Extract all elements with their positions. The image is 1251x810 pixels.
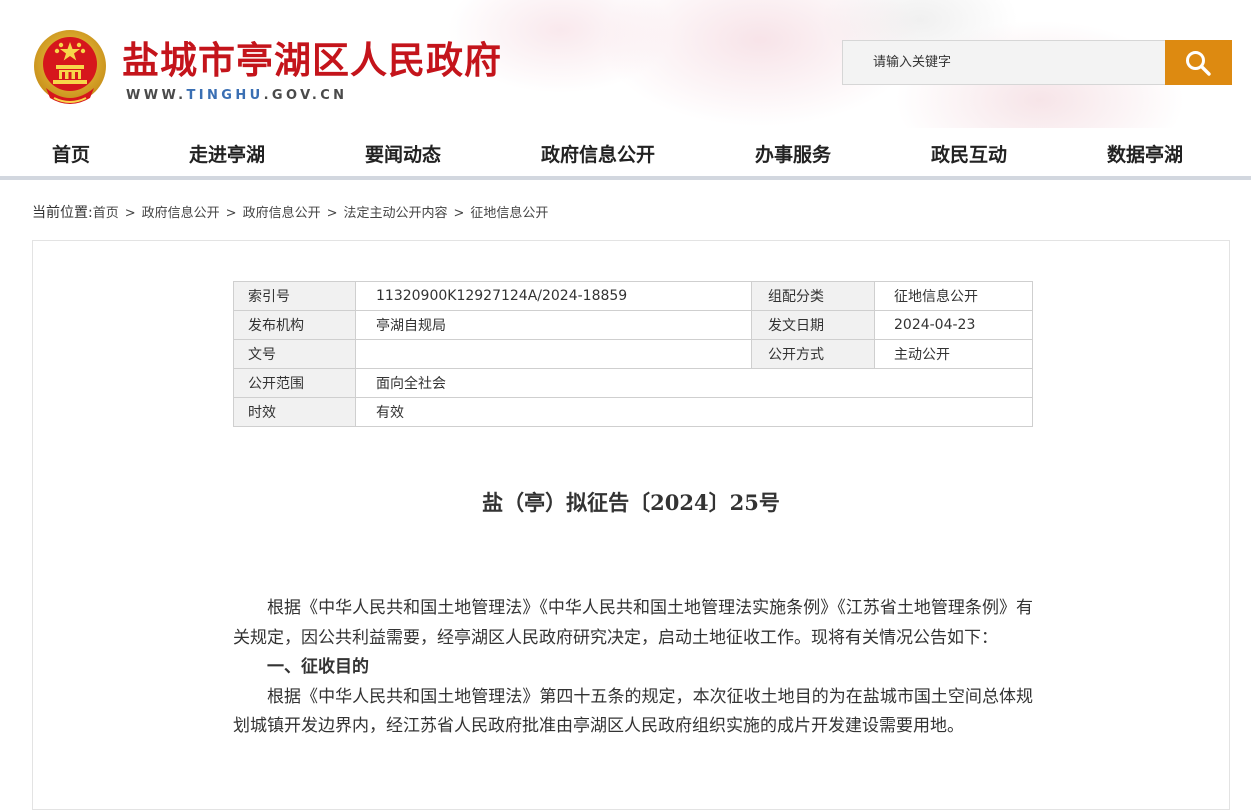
breadcrumb-item-land-info[interactable]: 征地信息公开 bbox=[470, 206, 548, 221]
meta-value: 亭湖自规局 bbox=[355, 310, 752, 340]
body-paragraph: 根据《中华人民共和国土地管理法》第四十五条的规定，本次征收土地目的为在盐城市国土… bbox=[233, 686, 1033, 737]
breadcrumb-separator: > bbox=[225, 206, 237, 221]
search-box bbox=[842, 40, 1232, 85]
site-url-suffix: .GOV.CN bbox=[263, 88, 348, 103]
breadcrumb-separator: > bbox=[326, 206, 338, 221]
meta-key: 公开范围 bbox=[233, 368, 356, 398]
document-title: 盐（亭）拟征告〔2024〕25号 bbox=[482, 490, 780, 515]
breadcrumb-separator: > bbox=[453, 206, 465, 221]
table-row: 公开范围 面向全社会 bbox=[233, 368, 1033, 398]
main-nav: 首页 走进亭湖 要闻动态 政府信息公开 办事服务 政民互动 数据亭湖 bbox=[0, 128, 1251, 180]
table-row: 文号 公开方式 主动公开 bbox=[233, 339, 1033, 369]
meta-key: 公开方式 bbox=[751, 339, 875, 369]
nav-item-data[interactable]: 数据亭湖 bbox=[1107, 140, 1183, 167]
site-url: WWW.TINGHU.GOV.CN bbox=[126, 88, 347, 103]
meta-key: 文号 bbox=[233, 339, 356, 369]
search-input[interactable] bbox=[842, 40, 1165, 85]
document-body: 根据《中华人民共和国土地管理法》《中华人民共和国土地管理法实施条例》《江苏省土地… bbox=[233, 594, 1033, 742]
table-row: 时效 有效 bbox=[233, 397, 1033, 427]
table-row: 发布机构 亭湖自规局 发文日期 2024-04-23 bbox=[233, 310, 1033, 340]
meta-value: 11320900K12927124A/2024-18859 bbox=[355, 281, 752, 311]
meta-key: 组配分类 bbox=[751, 281, 875, 311]
article-panel: 索引号 11320900K12927124A/2024-18859 组配分类 征… bbox=[32, 240, 1230, 810]
breadcrumb-lead: 当前位置: bbox=[32, 205, 93, 221]
meta-value: 有效 bbox=[355, 397, 1033, 427]
meta-key: 发布机构 bbox=[233, 310, 356, 340]
meta-value: 面向全社会 bbox=[355, 368, 1033, 398]
section-heading: 一、征收目的 bbox=[267, 657, 369, 677]
meta-value: 主动公开 bbox=[874, 339, 1033, 369]
nav-item-about-tinghu[interactable]: 走进亭湖 bbox=[189, 140, 265, 167]
site-url-prefix: WWW. bbox=[126, 88, 187, 103]
site-title[interactable]: 盐城市亭湖区人民政府 bbox=[122, 30, 502, 84]
national-emblem-icon[interactable] bbox=[32, 28, 108, 108]
meta-value bbox=[355, 339, 752, 369]
search-button[interactable] bbox=[1165, 40, 1232, 85]
nav-item-interaction[interactable]: 政民互动 bbox=[931, 140, 1007, 167]
breadcrumb-item-home[interactable]: 首页 bbox=[93, 206, 119, 221]
nav-item-services[interactable]: 办事服务 bbox=[755, 140, 831, 167]
breadcrumb-item-statutory[interactable]: 法定主动公开内容 bbox=[343, 206, 447, 221]
meta-key: 时效 bbox=[233, 397, 356, 427]
nav-item-gov-info[interactable]: 政府信息公开 bbox=[541, 140, 655, 167]
meta-value: 2024-04-23 bbox=[874, 310, 1033, 340]
breadcrumb: 当前位置:首页 > 政府信息公开 > 政府信息公开 > 法定主动公开内容 > 征地信息公开 bbox=[32, 202, 548, 222]
site-header: 盐城市亭湖区人民政府 WWW.TINGHU.GOV.CN bbox=[0, 0, 1251, 128]
breadcrumb-separator: > bbox=[124, 206, 136, 221]
site-url-domain: TINGHU bbox=[186, 88, 264, 103]
nav-item-news[interactable]: 要闻动态 bbox=[365, 140, 441, 167]
breadcrumb-item-gov-info-2[interactable]: 政府信息公开 bbox=[243, 206, 321, 221]
meta-key: 发文日期 bbox=[751, 310, 875, 340]
table-row: 索引号 11320900K12927124A/2024-18859 组配分类 征… bbox=[233, 281, 1033, 311]
body-paragraph: 根据《中华人民共和国土地管理法》《中华人民共和国土地管理法实施条例》《江苏省土地… bbox=[233, 598, 1033, 648]
document-metadata-table: 索引号 11320900K12927124A/2024-18859 组配分类 征… bbox=[233, 281, 1033, 427]
meta-key: 索引号 bbox=[233, 281, 356, 311]
search-icon bbox=[1186, 51, 1211, 76]
breadcrumb-item-gov-info[interactable]: 政府信息公开 bbox=[142, 206, 220, 221]
meta-value: 征地信息公开 bbox=[874, 281, 1033, 311]
nav-item-home[interactable]: 首页 bbox=[52, 140, 90, 167]
